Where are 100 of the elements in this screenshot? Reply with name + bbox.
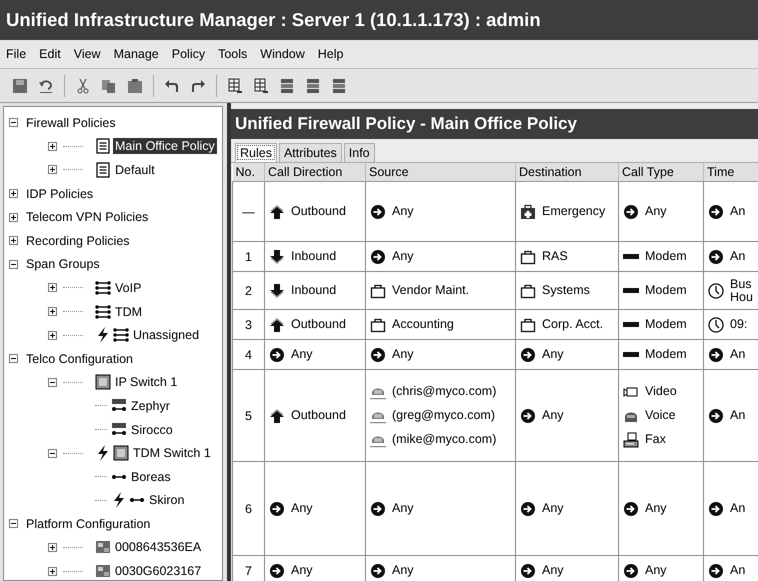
tree-item[interactable]: TDM [113,304,144,320]
expander-toggle[interactable] [48,283,57,292]
table-stack-icon[interactable] [279,78,295,94]
menu-item[interactable]: Manage [114,47,159,61]
tree-item[interactable]: 0008643536EA [113,539,204,556]
scissors-icon[interactable] [75,78,91,94]
tree-item[interactable]: Telco Configuration [24,350,136,367]
link-icon [111,474,127,479]
tree-item[interactable]: TDM Switch 1 [131,445,213,462]
tree-item[interactable]: Recording Policies [24,232,132,249]
expander-toggle[interactable] [9,212,18,222]
tree-item[interactable]: Zephyr [129,398,172,414]
tree-item[interactable]: Boreas [129,468,173,485]
expander-toggle[interactable] [48,448,57,458]
tab[interactable]: Attributes [278,143,342,162]
modem-icon [623,352,639,357]
tree-item[interactable]: IDP Policies [24,186,96,202]
tree-item[interactable]: Firewall Policies [24,114,118,131]
column-header[interactable]: No. [232,163,264,182]
tree-item[interactable]: 0030G6023167 [113,563,204,580]
column-header[interactable]: Source [366,163,516,182]
cell-text: Accounting [392,318,454,331]
tab[interactable]: Info [344,143,375,162]
switch-icon [113,445,129,462]
voip-link-icon [111,398,127,414]
tree-item[interactable]: Platform Configuration [24,516,152,532]
paste-icon[interactable] [127,78,143,94]
table-stack-icon[interactable] [331,78,347,94]
copy-icon[interactable] [101,78,117,94]
panel-title: Unified Firewall Policy - Main Office Policy [235,114,577,134]
cell-text: Any [645,564,667,577]
first-aid-kit-icon [520,204,536,220]
table-icon[interactable] [227,78,243,94]
tree-item[interactable]: Main Office Policy [113,138,217,154]
cell-text: Any [542,502,564,515]
tree-item[interactable]: Sirocco [129,422,175,438]
expander-toggle[interactable] [9,236,18,246]
cell-text: Outbound [291,205,346,218]
expander-toggle[interactable] [9,189,18,198]
document-icon [95,138,111,154]
row-number: — [242,204,255,218]
cell-text: Voice [645,409,676,422]
expander-toggle[interactable] [9,354,18,364]
forward-arrow-icon[interactable] [190,78,206,94]
cell-text: Outbound [291,318,346,331]
cell-text: Any [392,348,414,361]
cell-text: (greg@myco.com) [392,409,495,422]
cell-text: 09: [730,318,748,331]
expander-toggle[interactable] [48,142,57,151]
expander-toggle[interactable] [48,330,57,340]
expander-toggle[interactable] [48,378,57,387]
table-icon[interactable] [253,78,269,94]
column-header[interactable]: Destination [516,163,618,182]
tree-item[interactable]: Unassigned [131,327,202,344]
tree-item[interactable]: Skiron [147,492,186,508]
menu-item[interactable]: View [74,47,101,61]
tree-item[interactable]: Telecom VPN Policies [24,209,150,226]
menu-item[interactable]: Policy [172,47,206,61]
column-header[interactable]: Call Direction [264,163,366,182]
row-number: 7 [245,564,252,578]
cell-text: RAS [542,250,568,263]
menu-item[interactable]: Window [260,47,305,61]
expander-toggle[interactable] [48,307,57,316]
cell-text: Any [291,348,313,361]
cell-text: Modem [645,318,687,331]
expander-toggle[interactable] [9,118,18,128]
save-icon[interactable] [12,78,28,94]
expander-toggle[interactable] [48,165,57,174]
cell-text: Corp. Acct. [542,318,604,331]
menu-item[interactable]: Edit [39,47,61,61]
tab[interactable]: Rules [235,143,277,162]
expander-toggle[interactable] [48,566,57,576]
box-icon [520,282,536,298]
expander-toggle[interactable] [48,542,57,552]
menu-item[interactable]: Help [318,47,344,61]
back-arrow-icon[interactable] [164,78,180,94]
expander-toggle[interactable] [9,260,18,269]
tree-item[interactable]: VoIP [113,280,144,296]
column-header[interactable]: Call Type [618,163,704,182]
tree-item[interactable]: Default [113,162,157,178]
cell-text: Any [392,564,414,577]
chain-icon [113,327,129,344]
row-number: 4 [245,348,252,362]
column-header[interactable]: Time [704,163,758,182]
device-icon [95,563,111,580]
menu-item[interactable]: File [6,47,26,61]
cell-text: Video [645,385,677,398]
cell-text: Modem [645,284,687,297]
cell-text: Inbound [291,250,336,263]
tree-item[interactable]: Span Groups [24,256,102,272]
tree-item[interactable]: IP Switch 1 [113,374,180,390]
cell-text: An [730,502,746,515]
cell-text: Any [392,502,414,515]
menu-item[interactable]: Tools [218,47,248,61]
cell-text: Fax [645,433,666,446]
table-stack-icon[interactable] [305,78,321,94]
expander-toggle[interactable] [9,519,18,528]
undo-icon[interactable] [38,78,54,94]
cell-text: Any [291,564,313,577]
cell-text: An [730,409,746,422]
